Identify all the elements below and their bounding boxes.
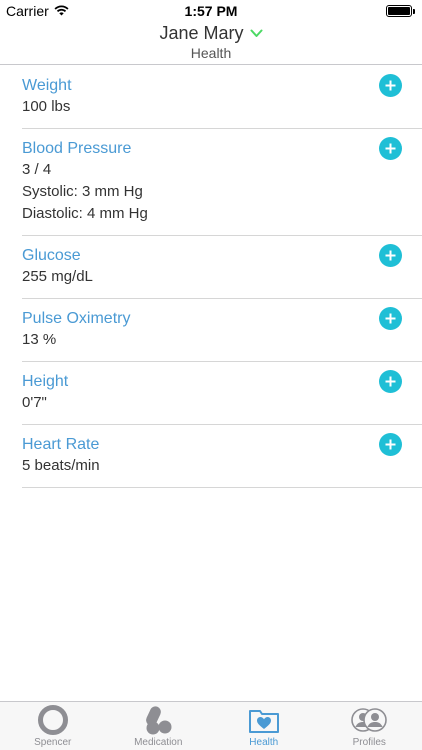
metric-row-pulse-oximetry[interactable]: Pulse Oximetry 13 %	[22, 299, 422, 362]
metric-label: Height	[22, 373, 69, 390]
tab-label: Profiles	[352, 737, 386, 748]
tab-health[interactable]: Health	[211, 702, 317, 750]
add-pulse-oximetry-button[interactable]	[379, 307, 402, 330]
chevron-down-icon	[250, 25, 263, 43]
tab-label: Health	[249, 737, 279, 748]
tab-profiles[interactable]: Profiles	[317, 702, 422, 750]
metric-label: Weight	[22, 77, 72, 94]
metric-value-diastolic: Diastolic: 4 mm Hg	[22, 205, 148, 222]
tab-bar: Spencer Medication Health Profiles	[0, 701, 422, 750]
add-glucose-button[interactable]	[379, 244, 402, 267]
tab-label: Medication	[134, 737, 183, 748]
add-heart-rate-button[interactable]	[379, 433, 402, 456]
plus-icon	[385, 376, 396, 387]
add-blood-pressure-button[interactable]	[379, 137, 402, 160]
plus-icon	[385, 439, 396, 450]
plus-icon	[385, 80, 396, 91]
metric-label: Glucose	[22, 247, 81, 264]
metric-value: 5 beats/min	[22, 457, 100, 474]
metric-value: 100 lbs	[22, 98, 71, 115]
health-metric-list: Weight 100 lbs Blood Pressure 3 / 4 Syst…	[0, 66, 422, 488]
metric-row-heart-rate[interactable]: Heart Rate 5 beats/min	[22, 425, 422, 488]
page-subtitle: Health	[190, 45, 232, 61]
status-bar: Carrier 1:57 PM	[0, 0, 422, 22]
plus-icon	[385, 143, 396, 154]
add-height-button[interactable]	[379, 370, 402, 393]
metric-row-blood-pressure[interactable]: Blood Pressure 3 / 4 Systolic: 3 mm Hg D…	[22, 129, 422, 236]
tab-spencer[interactable]: Spencer	[0, 702, 106, 750]
metric-value: 255 mg/dL	[22, 268, 93, 285]
metric-label: Pulse Oximetry	[22, 310, 131, 327]
profile-switcher[interactable]: Jane Mary	[159, 23, 263, 44]
metric-row-weight[interactable]: Weight 100 lbs	[22, 66, 422, 129]
status-time: 1:57 PM	[184, 3, 238, 19]
heart-folder-icon	[248, 704, 280, 736]
metric-row-height[interactable]: Height 0'7"	[22, 362, 422, 425]
metric-value-systolic: Systolic: 3 mm Hg	[22, 183, 143, 200]
plus-icon	[385, 313, 396, 324]
metric-label: Heart Rate	[22, 436, 100, 453]
ring-icon	[37, 704, 69, 736]
battery-icon	[386, 5, 415, 17]
nav-header: Jane Mary Health	[0, 22, 422, 65]
metric-row-glucose[interactable]: Glucose 255 mg/dL	[22, 236, 422, 299]
plus-icon	[385, 250, 396, 261]
profiles-icon	[349, 704, 389, 736]
tab-label: Spencer	[34, 737, 72, 748]
pills-icon	[141, 704, 175, 736]
metric-label: Blood Pressure	[22, 140, 132, 157]
metric-value: 13 %	[22, 331, 57, 348]
metric-value: 3 / 4	[22, 161, 52, 178]
metric-value: 0'7"	[22, 394, 47, 411]
page-title: Jane Mary	[159, 23, 244, 43]
screen: Carrier 1:57 PM Jane Mary Health Weight …	[0, 0, 422, 750]
add-weight-button[interactable]	[379, 74, 402, 97]
tab-medication[interactable]: Medication	[106, 702, 212, 750]
